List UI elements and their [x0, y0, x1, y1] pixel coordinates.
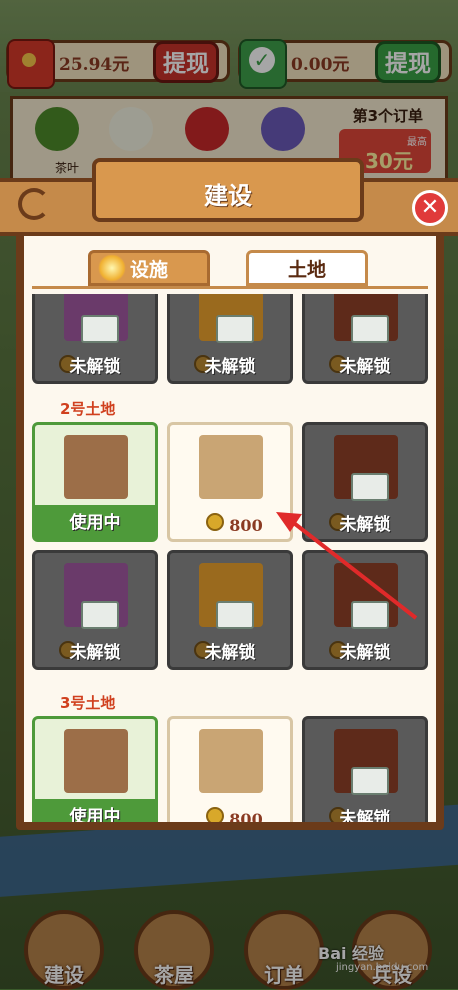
land-card[interactable]: 未解锁: [32, 294, 158, 384]
section-label-land-2: 2号土地: [60, 400, 116, 418]
land-card[interactable]: 未解锁: [167, 550, 293, 670]
card-price: 800: [229, 810, 263, 822]
lock-icon: [351, 767, 389, 795]
land-grid[interactable]: 未解锁 未解锁 未解锁 2号土地 使用中 800 未解锁 未解锁 未解锁 未解锁…: [24, 294, 436, 822]
land-card-purchasable[interactable]: 800: [167, 422, 293, 542]
card-label: 未解锁: [339, 515, 391, 535]
section-label-land-3: 3号土地: [60, 694, 116, 712]
modal-title-sign: 建设: [92, 158, 364, 222]
close-icon: ✕: [420, 195, 440, 220]
lock-icon: [216, 601, 254, 629]
build-modal: 设施 土地 未解锁 未解锁 未解锁 2号土地 使用中 800 未解锁 未解锁 未…: [16, 180, 444, 830]
land-tile-icon: [64, 729, 128, 793]
card-label: 未解锁: [69, 357, 121, 377]
tab-underline: [32, 286, 428, 289]
tab-bar: 设施 土地: [24, 232, 436, 294]
land-card[interactable]: 未解锁: [32, 550, 158, 670]
lock-icon: [351, 601, 389, 629]
card-label: 未解锁: [339, 809, 391, 822]
lock-icon: [216, 315, 254, 343]
card-label: 未解锁: [204, 643, 256, 663]
land-tile-icon: [199, 729, 263, 793]
card-price: 800: [229, 516, 263, 535]
card-label: 未解锁: [339, 643, 391, 663]
close-button[interactable]: ✕: [412, 190, 448, 226]
land-card[interactable]: 未解锁: [302, 294, 428, 384]
land-tile-icon: [64, 435, 128, 499]
land-card-in-use[interactable]: 使用中: [32, 716, 158, 822]
modal-title: 建设: [204, 182, 252, 210]
land-card[interactable]: 未解锁: [302, 716, 428, 822]
land-card-in-use[interactable]: 使用中: [32, 422, 158, 542]
land-card[interactable]: 未解锁: [302, 550, 428, 670]
land-tile-icon: [199, 435, 263, 499]
land-card-purchasable[interactable]: 800: [167, 716, 293, 822]
card-label: 未解锁: [204, 357, 256, 377]
lock-icon: [81, 601, 119, 629]
modal-content: 设施 土地 未解锁 未解锁 未解锁 2号土地 使用中 800 未解锁 未解锁 未…: [24, 232, 436, 822]
land-card[interactable]: 未解锁: [302, 422, 428, 542]
lock-icon: [351, 473, 389, 501]
card-label: 使用中: [69, 807, 121, 822]
tab-land[interactable]: 土地: [246, 250, 368, 286]
lock-icon: [81, 315, 119, 343]
sparkle-icon: [98, 254, 126, 282]
card-label: 使用中: [69, 513, 121, 533]
hook-icon: [18, 188, 50, 220]
card-label: 未解锁: [69, 643, 121, 663]
lock-icon: [351, 315, 389, 343]
card-label: 未解锁: [339, 357, 391, 377]
land-card[interactable]: 未解锁: [167, 294, 293, 384]
